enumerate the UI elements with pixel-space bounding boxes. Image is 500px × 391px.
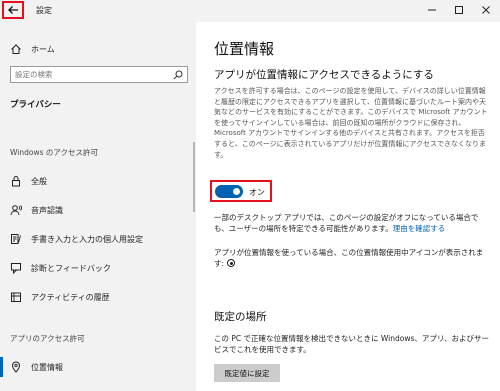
access-description: アクセスを許可する場合は、このページの設定を使用して、デバイスの詳しい位置情報と… xyxy=(214,87,488,159)
back-button[interactable] xyxy=(2,1,24,19)
icon-question-text: アプリが位置情報を使っている場合、この位置情報使用中アイコンが表示されます: xyxy=(214,248,484,268)
toggle-highlight: オン xyxy=(210,180,272,202)
close-button[interactable] xyxy=(478,3,494,17)
sidebar-item-location[interactable]: 位置情報 xyxy=(0,356,196,378)
pen-icon xyxy=(11,234,21,244)
toggle-state-label: オン xyxy=(249,188,265,197)
sidebar-item-label: 全般 xyxy=(31,177,47,186)
maximize-icon xyxy=(455,6,463,14)
set-default-button[interactable]: 既定値に設定 xyxy=(214,364,280,382)
minimize-button[interactable] xyxy=(424,3,440,17)
sidebar-item-label: 手書き入力と入力の個人用設定 xyxy=(31,235,143,244)
back-arrow-icon xyxy=(8,6,18,14)
minimize-icon xyxy=(428,9,436,11)
sidebar-item-general[interactable]: 全般 xyxy=(0,170,196,192)
title-bar: 設定 xyxy=(0,0,500,22)
toggle-knob xyxy=(233,188,240,195)
sidebar-item-label: 位置情報 xyxy=(31,363,63,372)
section-title-privacy: プライバシー xyxy=(10,100,61,110)
search-input[interactable] xyxy=(15,69,165,80)
sidebar-item-activity[interactable]: アクティビティの履歴 xyxy=(0,286,196,308)
learn-why-link[interactable]: 理由を確認する xyxy=(393,224,446,233)
sidebar-item-diagnostics[interactable]: 診断とフィードバック xyxy=(0,257,196,279)
section-label-windows: Windows のアクセス許可 xyxy=(10,148,98,157)
search-box xyxy=(10,66,188,83)
sidebar-item-label: ホーム xyxy=(31,45,55,54)
close-icon xyxy=(482,6,490,14)
location-toggle[interactable] xyxy=(215,185,243,198)
sidebar-scrollbar[interactable] xyxy=(193,142,195,212)
sidebar-item-home[interactable]: ホーム xyxy=(0,38,196,60)
sidebar-item-inking[interactable]: 手書き入力と入力の個人用設定 xyxy=(0,228,196,250)
sidebar: ホーム プライバシー Windows のアクセス許可 全般 音声認識 手書き入力… xyxy=(0,22,196,391)
home-icon xyxy=(11,44,21,54)
sidebar-item-label: アクティビティの履歴 xyxy=(31,293,110,302)
voice-icon xyxy=(10,205,22,216)
feedback-icon xyxy=(11,263,21,274)
maximize-button[interactable] xyxy=(451,3,467,17)
section-heading-access: アプリが位置情報にアクセスできるようにする xyxy=(214,69,434,81)
search-icon[interactable] xyxy=(173,70,183,80)
section-heading-default: 既定の場所 xyxy=(214,311,267,323)
sidebar-item-label: 音声認識 xyxy=(31,206,63,215)
section-label-apps: アプリのアクセス許可 xyxy=(10,334,85,343)
default-location-description: この PC で正確な位置情報を検出できないときに Windows、アプリ、および… xyxy=(214,334,489,354)
location-icon xyxy=(11,361,21,373)
sidebar-item-label: 診断とフィードバック xyxy=(31,264,111,273)
desktop-apps-note: 一部のデスクトップ アプリでは、このページの設定がオフになっている場合でも、ユー… xyxy=(214,212,492,234)
lock-icon xyxy=(12,176,20,187)
icon-indicator-note: アプリが位置情報を使っている場合、この位置情報使用中アイコンが表示されます: xyxy=(214,247,492,269)
page-title: 位置情報 xyxy=(214,40,275,58)
activity-icon xyxy=(11,292,21,302)
location-in-use-icon xyxy=(227,259,236,267)
sidebar-item-speech[interactable]: 音声認識 xyxy=(0,199,196,221)
window-title: 設定 xyxy=(36,6,52,15)
main-content: 位置情報 アプリが位置情報にアクセスできるようにする アクセスを許可する場合は、… xyxy=(196,22,500,391)
